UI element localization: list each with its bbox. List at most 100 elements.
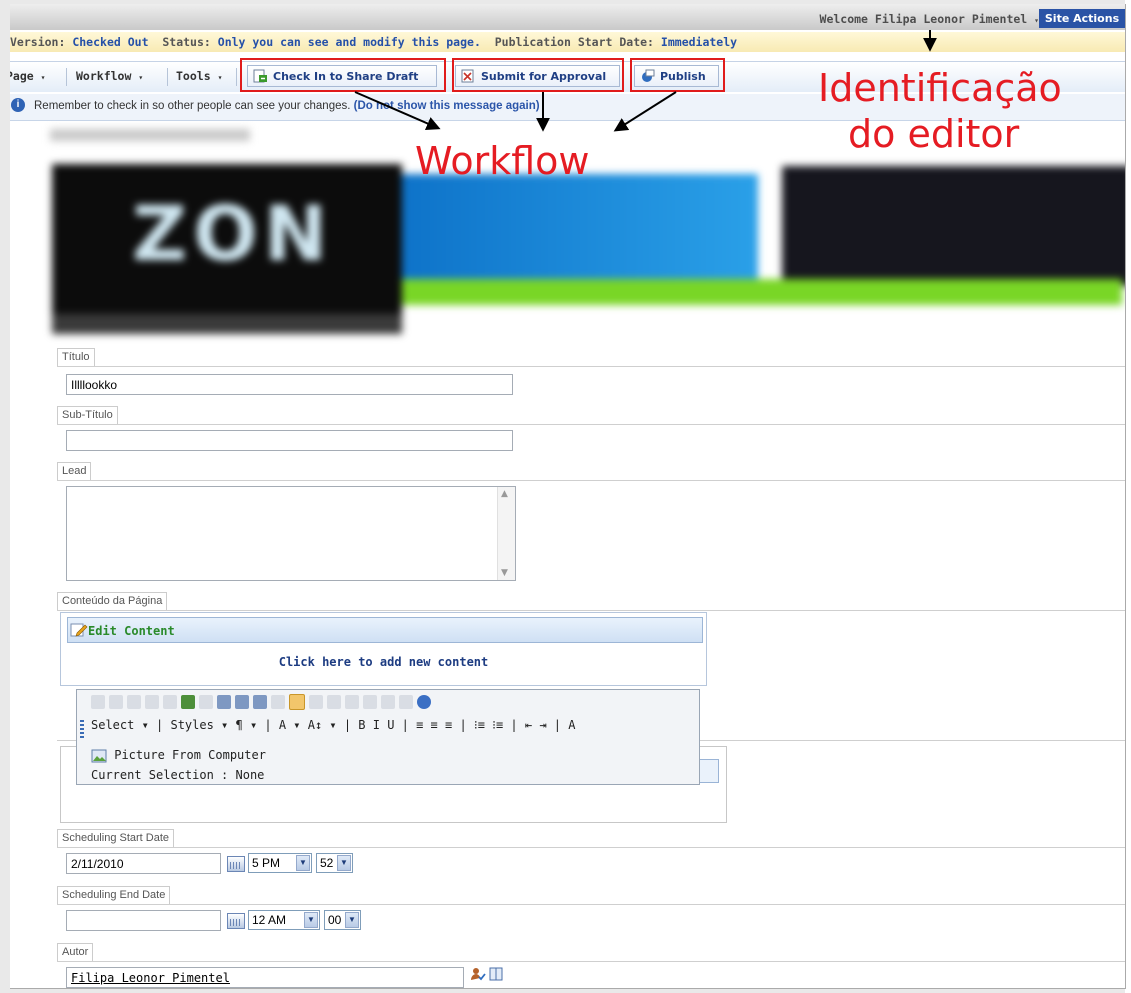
divider (57, 424, 1125, 425)
rtl-icon[interactable] (399, 695, 413, 709)
copy-icon[interactable] (109, 695, 123, 709)
undo-icon[interactable] (145, 695, 159, 709)
rte-toolbar-row2[interactable]: Select ▾ | Styles ▾ ¶ ▾ | A ▾ A↕ ▾ | B I… (91, 718, 575, 732)
editor-annotation-line1: Identificação (818, 66, 1062, 110)
insert-column-icon[interactable] (327, 695, 341, 709)
end-hour-select[interactable]: 12 AM ▼ (248, 910, 320, 930)
publish-highlight (630, 58, 725, 92)
cut-icon[interactable] (91, 695, 105, 709)
edit-content-label: Edit Content (88, 624, 175, 638)
picture-from-computer-button[interactable]: Picture From Computer (91, 748, 266, 763)
workflow-menu[interactable]: Workflow ▾ (76, 69, 143, 83)
edit-content-header[interactable]: Edit Content (67, 617, 703, 643)
subtitulo-label: Sub-Título (57, 406, 118, 424)
site-actions-button[interactable]: Site Actions (1039, 9, 1125, 28)
table-properties-icon[interactable] (271, 695, 285, 709)
insert-table-icon[interactable] (253, 695, 267, 709)
toolbar-divider (236, 68, 237, 86)
lead-scrollbar[interactable]: ▲ ▼ (497, 487, 515, 580)
version-label: Version: (10, 35, 66, 49)
divider (57, 366, 1125, 367)
end-hour-value: 12 AM (252, 913, 287, 927)
start-hour-select[interactable]: 5 PM ▼ (248, 853, 312, 873)
calendar-icon[interactable] (227, 856, 245, 872)
help-icon[interactable] (417, 695, 431, 709)
end-date-input[interactable] (66, 910, 221, 931)
picture-from-computer-label: Picture From Computer (114, 748, 266, 762)
conteudo-label: Conteúdo da Página (57, 592, 168, 610)
edit-pencil-icon (70, 623, 88, 637)
insert-row-icon[interactable] (309, 695, 323, 709)
rich-text-toolbar: Select ▾ | Styles ▾ ¶ ▾ | A ▾ A↕ ▾ | B I… (76, 689, 700, 785)
chevron-down-icon: ▾ (217, 73, 223, 82)
banner-ad-blue (402, 174, 758, 284)
divider (57, 904, 1125, 905)
spell-check-icon[interactable] (363, 695, 377, 709)
publication-value: Immediately (660, 35, 738, 49)
welcome-menu[interactable]: Welcome Filipa Leonor Pimentel ▾ (820, 12, 1039, 26)
end-minute-value: 00 (328, 913, 342, 927)
start-minute-value: 52 (320, 856, 334, 870)
divider (57, 610, 1125, 611)
status-label: Status: (162, 35, 211, 49)
publication-label: Publication Start Date: (494, 35, 654, 49)
chevron-down-icon: ▼ (296, 855, 310, 871)
workflow-annotation: Workflow (415, 139, 590, 183)
page-menu[interactable]: Page ▾ (10, 69, 45, 83)
merge-cells-icon[interactable] (345, 695, 359, 709)
welcome-text: Welcome Filipa Leonor Pimentel (819, 12, 1028, 26)
green-navigation-bar (402, 279, 1122, 305)
divider (57, 847, 1125, 848)
start-hour-value: 5 PM (252, 856, 281, 870)
insert-asset-icon[interactable] (235, 695, 249, 709)
redo-icon[interactable] (163, 695, 177, 709)
drag-handle[interactable] (80, 720, 84, 740)
scroll-up-icon[interactable]: ▲ (501, 489, 508, 499)
unlink-icon[interactable] (199, 695, 213, 709)
rte-toolbar-row1 (91, 694, 435, 710)
end-date-label: Scheduling End Date (57, 886, 171, 904)
paste-icon[interactable] (127, 695, 141, 709)
version-value: Checked Out (72, 35, 149, 49)
autor-label: Autor (57, 943, 94, 961)
add-content-link[interactable]: Click here to add new content (61, 655, 706, 669)
lead-label: Lead (57, 462, 92, 480)
editor-annotation-line2: do editor (848, 112, 1020, 156)
scroll-down-icon[interactable]: ▼ (501, 568, 508, 578)
start-date-label: Scheduling Start Date (57, 829, 175, 847)
lead-textarea[interactable]: ▲ ▼ (66, 486, 516, 581)
titulo-label: Título (57, 348, 95, 366)
check-in-highlight (240, 58, 446, 92)
check-names-icon[interactable] (470, 966, 486, 982)
subtitulo-input[interactable] (66, 430, 513, 451)
chevron-down-icon: ▾ (40, 73, 46, 82)
submit-highlight (452, 58, 624, 92)
ltr-icon[interactable] (381, 695, 395, 709)
chevron-down-icon: ▼ (345, 912, 359, 928)
insert-image-icon[interactable] (217, 695, 231, 709)
end-minute-select[interactable]: 00 ▼ (324, 910, 361, 930)
chevron-down-icon: ▼ (337, 855, 351, 871)
tools-menu[interactable]: Tools ▾ (176, 69, 222, 83)
calendar-icon[interactable] (227, 913, 245, 929)
start-date-input[interactable]: 2/11/2010 (66, 853, 221, 874)
toolbar-divider (167, 68, 168, 86)
page-menu-label: Page (10, 69, 34, 83)
logo-text: ZON (132, 189, 334, 278)
tools-menu-label: Tools (176, 69, 211, 83)
info-message: Remember to check in so other people can… (34, 100, 351, 112)
top-bar: Welcome Filipa Leonor Pimentel ▾ Site Ac… (10, 4, 1125, 30)
status-value: Only you can see and modify this page. (217, 35, 481, 49)
autor-input[interactable]: Filipa Leonor Pimentel (66, 967, 464, 988)
page-canvas: Welcome Filipa Leonor Pimentel ▾ Site Ac… (10, 4, 1126, 989)
current-selection-status: Current Selection : None (91, 768, 265, 782)
table-grid-icon[interactable] (289, 694, 305, 710)
address-book-icon[interactable] (488, 966, 504, 982)
titulo-input[interactable]: Illllookko (66, 374, 513, 395)
chevron-down-icon: ▼ (304, 912, 318, 928)
dismiss-message-link[interactable]: (Do not show this message again) (354, 100, 540, 112)
workflow-menu-label: Workflow (76, 69, 132, 83)
hyperlink-icon[interactable] (181, 695, 195, 709)
start-minute-select[interactable]: 52 ▼ (316, 853, 353, 873)
picture-icon (91, 749, 107, 762)
